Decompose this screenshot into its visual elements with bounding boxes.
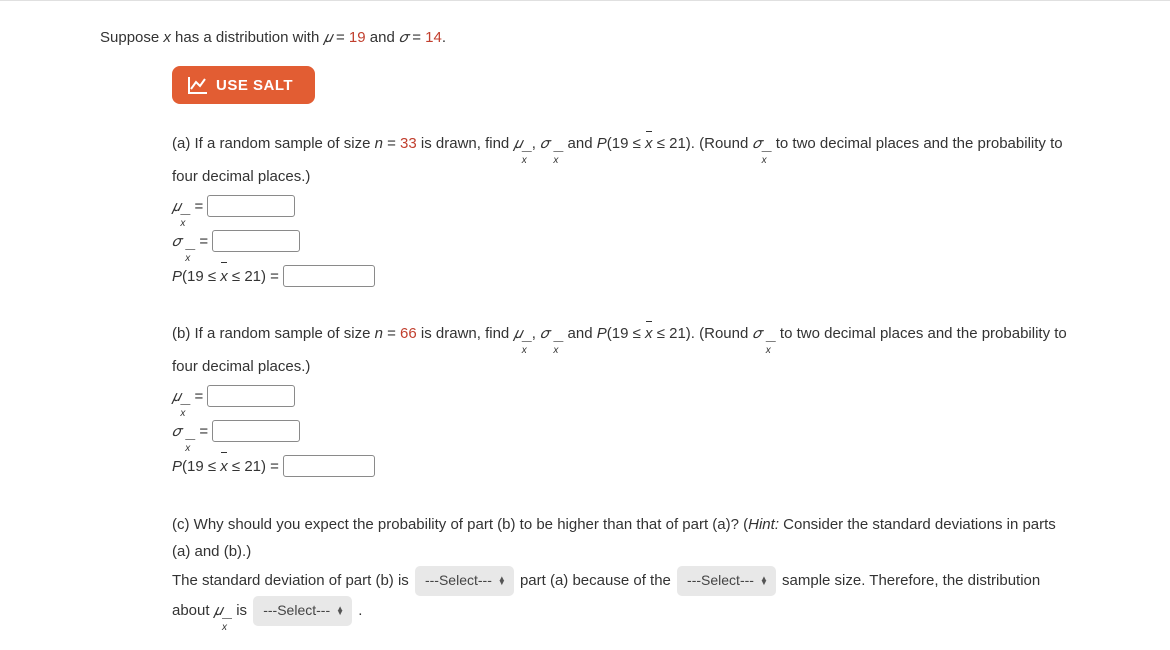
equals: =: [383, 325, 400, 342]
text: part (a) because of the: [520, 572, 675, 589]
text: and: [563, 135, 596, 152]
sigma-xbar-label: 𝜎: [172, 423, 181, 440]
var-x: x: [163, 29, 171, 46]
equals: =: [408, 29, 425, 46]
prob-p: P: [597, 135, 607, 152]
sigma-xbar-input-a[interactable]: [212, 230, 300, 252]
part-c: (c) Why should you expect the probabilit…: [100, 511, 1070, 630]
comma: ,: [532, 325, 540, 342]
prob-p: P: [597, 325, 607, 342]
mu-symbol: 𝜇: [323, 29, 331, 46]
equals: =: [266, 458, 283, 475]
text: . (Round: [691, 325, 753, 342]
use-salt-button[interactable]: USE SALT: [172, 66, 315, 104]
chevron-updown-icon: ▲▼: [498, 577, 506, 585]
equals: =: [190, 198, 207, 215]
equals: =: [195, 233, 212, 250]
select-samplesize[interactable]: ---Select--- ▲▼: [677, 566, 776, 596]
select-comparison[interactable]: ---Select--- ▲▼: [415, 566, 514, 596]
text: .: [358, 602, 362, 619]
part-b: (b) If a random sample of size n = 66 is…: [100, 320, 1070, 482]
mu-value: 19: [349, 29, 366, 46]
period: .: [442, 29, 446, 46]
comma: ,: [532, 135, 540, 152]
prob-cond: (19 ≤: [607, 325, 645, 342]
equals: =: [383, 135, 400, 152]
text: and: [563, 325, 596, 342]
text: The standard deviation of part (b) is: [172, 572, 413, 589]
chevron-updown-icon: ▲▼: [336, 607, 344, 615]
text: (a) If a random sample of size: [172, 135, 375, 152]
problem-intro: Suppose x has a distribution with 𝜇 = 19…: [100, 29, 1070, 46]
prob-input-a[interactable]: [283, 265, 375, 287]
sigma-xbar-input-b[interactable]: [212, 420, 300, 442]
prob-cond: (19 ≤: [182, 268, 220, 285]
sigma-xbar-label: 𝜎: [172, 233, 181, 250]
part-a: (a) If a random sample of size n = 33 is…: [100, 130, 1070, 292]
equals: =: [190, 388, 207, 405]
prob-cond: ≤ 21): [228, 458, 266, 475]
sigma-value: 14: [425, 29, 442, 46]
text: (c) Why should you expect the probabilit…: [172, 516, 748, 533]
salt-label: USE SALT: [216, 77, 293, 94]
equals: =: [195, 423, 212, 440]
equals: =: [266, 268, 283, 285]
chart-icon: [188, 76, 208, 94]
hint-label: Hint:: [748, 516, 779, 533]
mu-xbar-input-b[interactable]: [207, 385, 295, 407]
prob-cond: (19 ≤: [607, 135, 645, 152]
intro-text: Suppose: [100, 29, 163, 46]
prob-label: P: [172, 268, 182, 285]
prob-cond: (19 ≤: [182, 458, 220, 475]
prob-cond: ≤ 21): [653, 135, 691, 152]
select-placeholder: ---Select---: [687, 568, 754, 594]
intro-text: has a distribution with: [171, 29, 324, 46]
prob-cond: ≤ 21): [228, 268, 266, 285]
prob-cond: ≤ 21): [653, 325, 691, 342]
select-placeholder: ---Select---: [263, 598, 330, 624]
text: . (Round: [691, 135, 753, 152]
text: (b) If a random sample of size: [172, 325, 375, 342]
equals: =: [332, 29, 349, 46]
intro-text: and: [366, 29, 399, 46]
select-placeholder: ---Select---: [425, 568, 492, 594]
prob-label: P: [172, 458, 182, 475]
n-value: 66: [400, 325, 417, 342]
select-distribution[interactable]: ---Select--- ▲▼: [253, 596, 352, 626]
var-n: n: [375, 325, 383, 342]
text: is drawn, find: [417, 325, 514, 342]
text: is: [232, 602, 251, 619]
text: is drawn, find: [417, 135, 514, 152]
prob-input-b[interactable]: [283, 455, 375, 477]
chevron-updown-icon: ▲▼: [760, 577, 768, 585]
n-value: 33: [400, 135, 417, 152]
mu-xbar-input-a[interactable]: [207, 195, 295, 217]
sigma-symbol: 𝜎: [399, 29, 408, 46]
var-n: n: [375, 135, 383, 152]
